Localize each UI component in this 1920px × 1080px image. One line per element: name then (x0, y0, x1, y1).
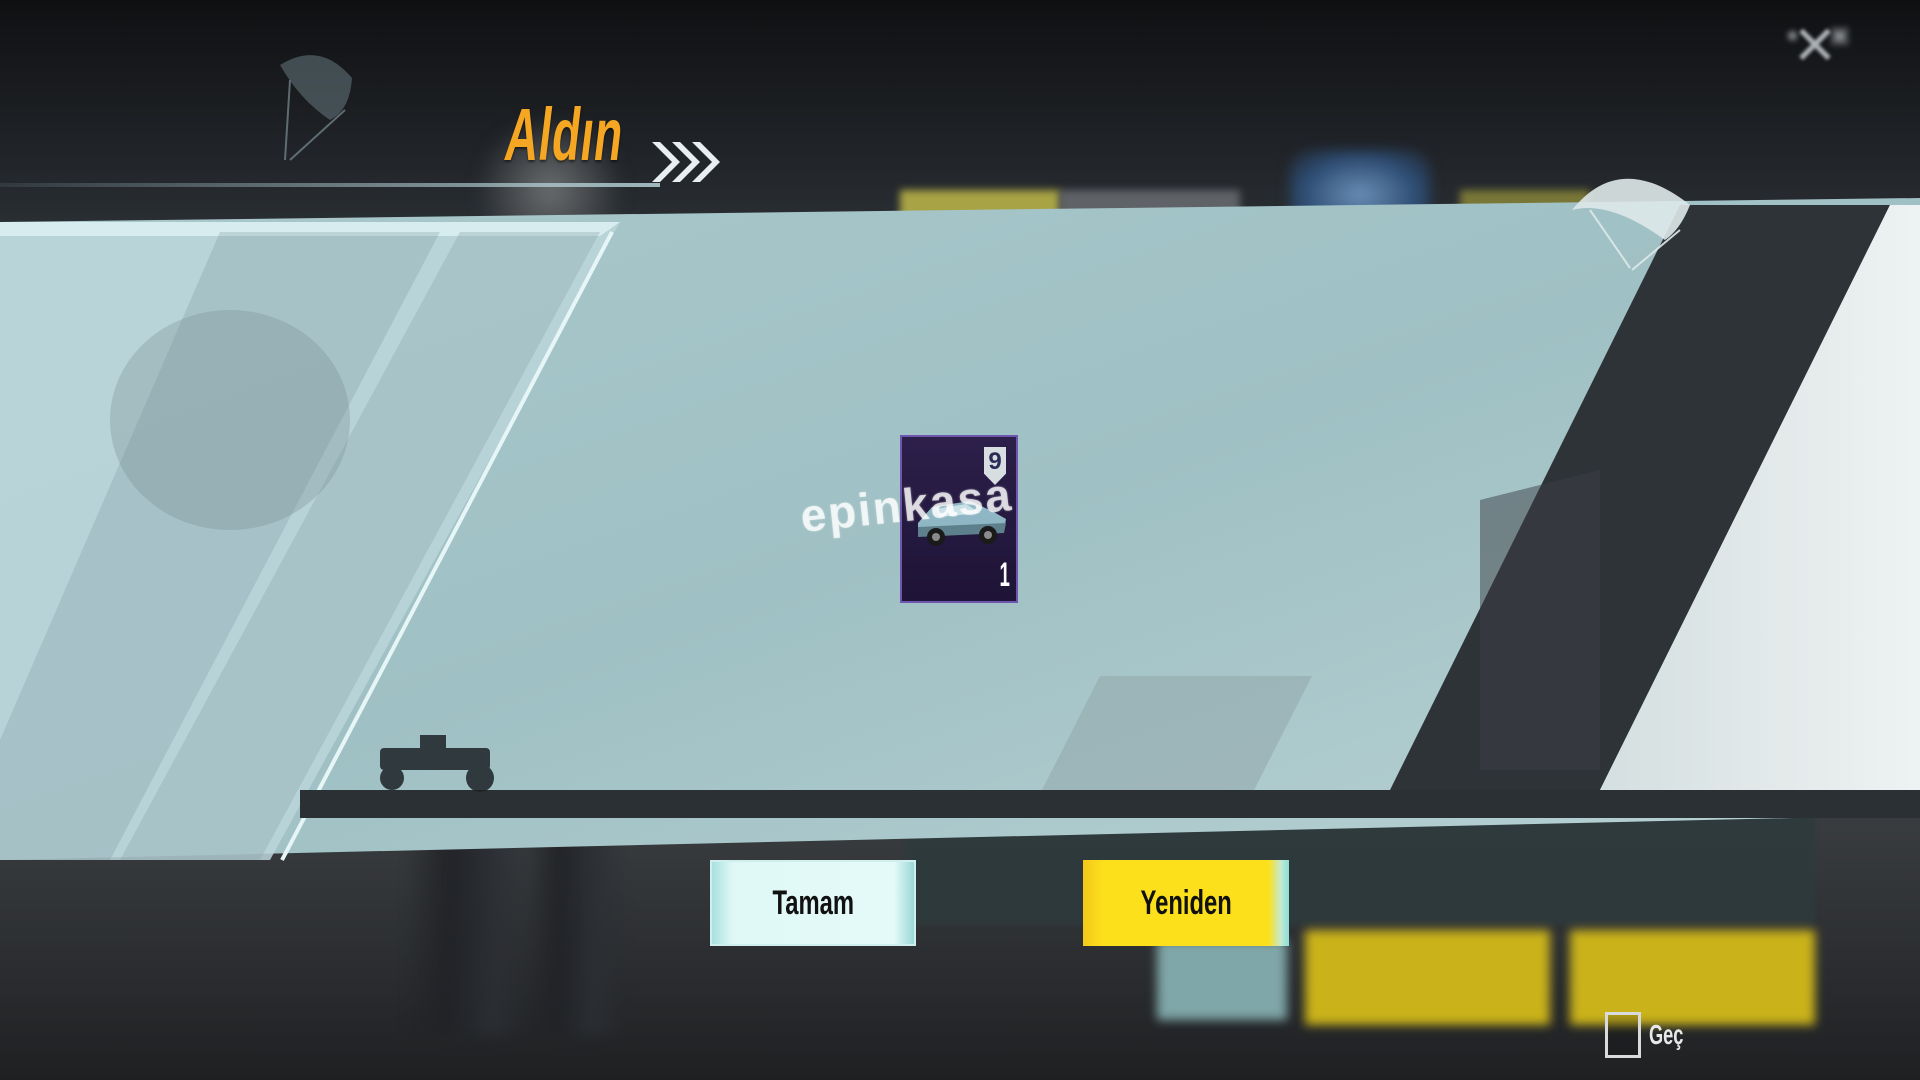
background-button (1157, 940, 1287, 1020)
ok-button[interactable]: Tamam (710, 860, 916, 946)
background-card-strip (1060, 190, 1240, 235)
skip-checkbox[interactable] (1605, 1012, 1641, 1058)
retry-button[interactable]: Yeniden (1083, 860, 1289, 946)
close-icon: ✕ (1792, 16, 1838, 76)
title-underline (0, 183, 660, 187)
background-button (1570, 930, 1815, 1025)
background-button (1305, 930, 1550, 1025)
background-panel (905, 815, 1815, 925)
close-button[interactable]: ✕ (1790, 19, 1840, 73)
skip-toggle[interactable]: Geç (1605, 1012, 1702, 1058)
background-shield-emblem (1290, 150, 1430, 240)
skip-label: Geç (1649, 1019, 1684, 1050)
page-title: Aldın (505, 93, 623, 176)
ok-button-label: Tamam (772, 883, 854, 922)
chevron-right-icon (652, 142, 720, 182)
item-quantity: 1 (999, 556, 1010, 594)
background-card-strip (1460, 190, 1590, 235)
background-character-legs (405, 815, 625, 1035)
retry-button-label: Yeniden (1140, 883, 1232, 922)
background-card-strip (900, 190, 1060, 235)
